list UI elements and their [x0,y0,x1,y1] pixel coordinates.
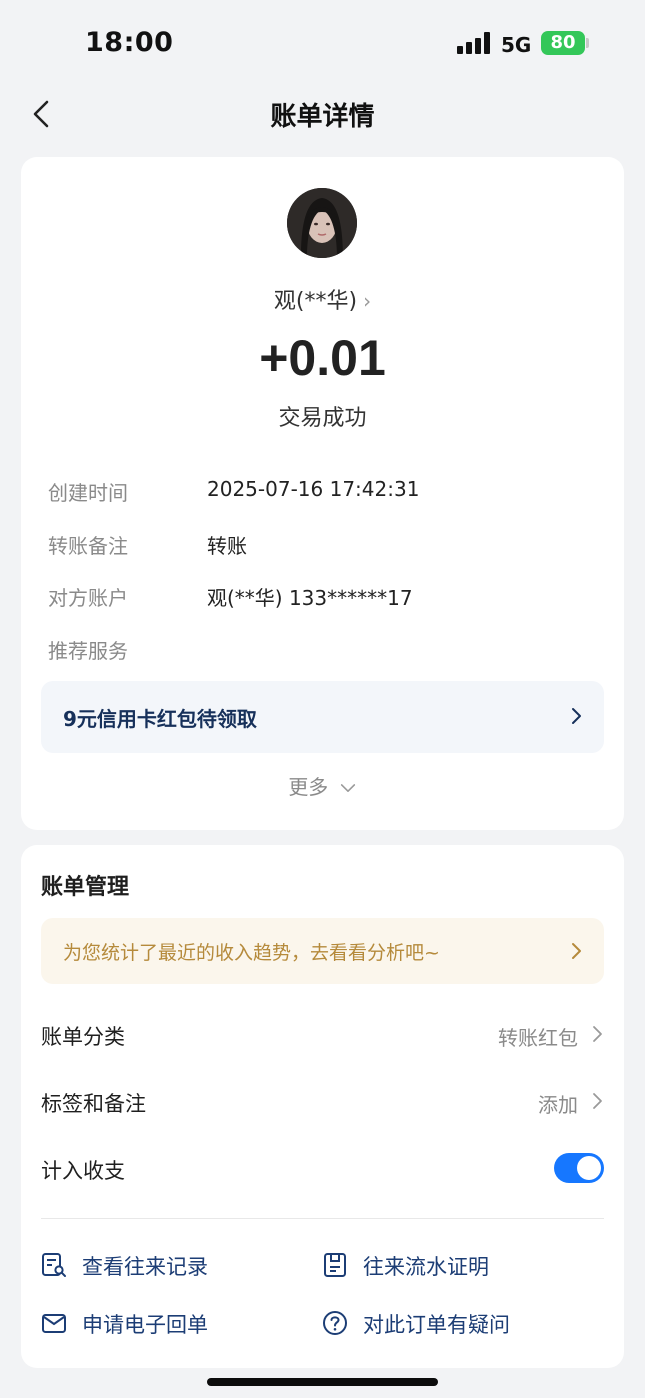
network-type: 5G [501,33,532,57]
row-value: 转账红包 [498,1026,578,1050]
row-label: 计入收支 [41,1159,125,1183]
signal-icon [457,32,491,54]
view-history-button[interactable]: 查看往来记录 [41,1247,241,1283]
help-icon [323,1311,347,1335]
chevron-right-icon [593,1093,602,1109]
count-in-stats-row: 计入收支 [41,1147,604,1191]
bill-category-row[interactable]: 账单分类 转账红包 [41,1013,604,1057]
detail-label: 创建时间 [48,481,128,505]
document-icon [324,1253,346,1277]
more-label: 更多 [288,775,329,799]
chevron-right-icon [572,943,581,959]
detail-label: 转账备注 [48,534,128,558]
avatar-image [287,188,357,258]
chevron-down-icon [340,784,355,793]
promo-text: 9元信用卡红包待领取 [63,707,257,731]
detail-label: 推荐服务 [48,639,128,663]
section-title: 账单管理 [41,875,130,900]
detail-value: 2025-07-16 17:42:31 [207,477,420,501]
action-label: 对此订单有疑问 [363,1313,510,1337]
action-label: 查看往来记录 [82,1255,208,1279]
detail-value: 转账 [207,534,247,558]
count-in-stats-toggle[interactable] [554,1153,604,1183]
row-label: 账单分类 [41,1025,125,1049]
income-trend-tip[interactable]: 为您统计了最近的收入趋势，去看看分析吧~ [41,918,604,984]
statement-proof-button[interactable]: 往来流水证明 [322,1247,522,1283]
action-label: 往来流水证明 [363,1255,489,1279]
transaction-amount: +0.01 [259,330,386,386]
more-button[interactable]: 更多 [21,771,624,800]
payee-name: 观(**华) [273,289,358,314]
avatar[interactable] [287,188,357,258]
chevron-right-icon: › [363,289,372,313]
detail-label: 对方账户 [48,586,128,610]
tags-notes-row[interactable]: 标签和备注 添加 [41,1080,604,1124]
page-title: 账单详情 [270,102,375,132]
detail-value: 观(**华) 133******17 [207,586,413,610]
status-time: 18:00 [85,27,174,58]
status-bar: 18:00 5G 80 [0,0,645,88]
battery-icon: 80 [541,31,585,55]
order-question-button[interactable]: 对此订单有疑问 [322,1305,532,1341]
toggle-knob [577,1156,601,1180]
tip-text: 为您统计了最近的收入趋势，去看看分析吧~ [63,942,440,964]
chevron-right-icon [593,1026,602,1042]
action-label: 申请电子回单 [82,1313,208,1337]
divider [41,1218,604,1219]
home-indicator [207,1378,438,1386]
row-value: 添加 [538,1093,578,1117]
row-label: 标签和备注 [41,1092,146,1116]
e-receipt-button[interactable]: 申请电子回单 [41,1305,241,1341]
credit-card-promo-banner[interactable]: 9元信用卡红包待领取 [41,681,604,753]
transaction-status: 交易成功 [278,406,367,431]
list-search-icon [42,1253,66,1277]
battery-tip [586,38,589,48]
transaction-card: 观(**华) › +0.01 交易成功 创建时间 2025-07-16 17:42… [21,157,624,830]
payee-name-link[interactable]: 观(**华) › [21,283,624,315]
chevron-right-icon [572,708,581,724]
bill-management-card: 账单管理 为您统计了最近的收入趋势，去看看分析吧~ 账单分类 转账红包 标签和备… [21,845,624,1368]
mail-icon [42,1314,66,1333]
nav-bar: 账单详情 [0,88,645,140]
